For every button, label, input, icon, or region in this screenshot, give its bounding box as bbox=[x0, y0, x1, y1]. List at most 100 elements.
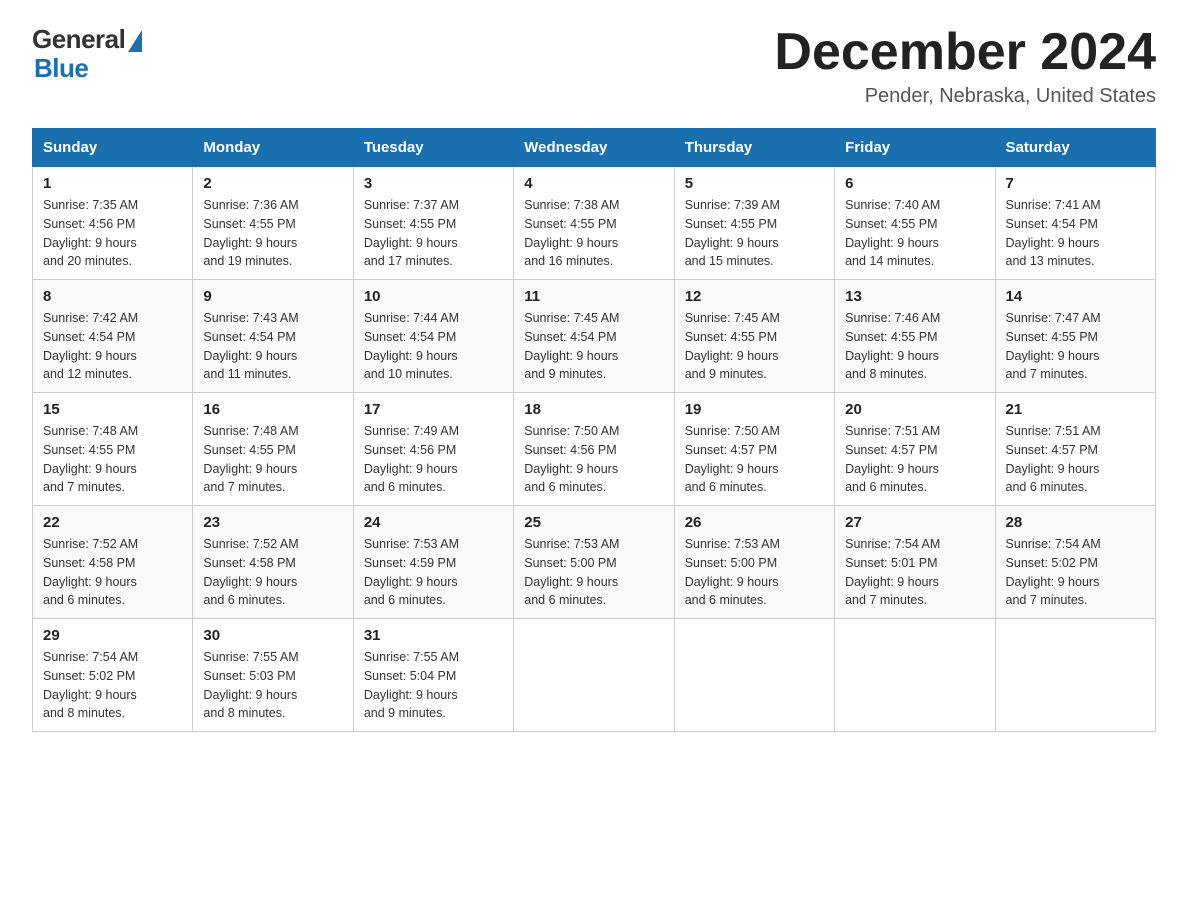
day-info: Sunrise: 7:49 AMSunset: 4:56 PMDaylight:… bbox=[364, 422, 503, 497]
calendar-cell: 13 Sunrise: 7:46 AMSunset: 4:55 PMDayligh… bbox=[835, 280, 995, 393]
day-number: 19 bbox=[685, 401, 824, 418]
weekday-header-row: SundayMondayTuesdayWednesdayThursdayFrid… bbox=[33, 129, 1156, 167]
calendar-cell bbox=[674, 619, 834, 732]
day-number: 26 bbox=[685, 514, 824, 531]
calendar-cell: 29Sunrise: 7:54 AMSunset: 5:02 PMDayligh… bbox=[33, 619, 193, 732]
calendar-cell: 16 Sunrise: 7:48 AMSunset: 4:55 PMDayligh… bbox=[193, 393, 353, 506]
calendar-cell: 19 Sunrise: 7:50 AMSunset: 4:57 PMDayligh… bbox=[674, 393, 834, 506]
day-info: Sunrise: 7:54 AMSunset: 5:02 PMDaylight:… bbox=[1006, 535, 1145, 610]
day-info: Sunrise: 7:54 AMSunset: 5:01 PMDaylight:… bbox=[845, 535, 984, 610]
calendar-cell: 12Sunrise: 7:45 AMSunset: 4:55 PMDayligh… bbox=[674, 280, 834, 393]
day-info: Sunrise: 7:53 AMSunset: 5:00 PMDaylight:… bbox=[524, 535, 663, 610]
day-number: 8 bbox=[43, 288, 182, 305]
weekday-header-friday: Friday bbox=[835, 129, 995, 167]
week-row-3: 15 Sunrise: 7:48 AMSunset: 4:55 PMDayligh… bbox=[33, 393, 1156, 506]
day-number: 4 bbox=[524, 175, 663, 192]
calendar-cell: 18 Sunrise: 7:50 AMSunset: 4:56 PMDayligh… bbox=[514, 393, 674, 506]
location: Pender, Nebraska, United States bbox=[774, 85, 1156, 108]
day-info: Sunrise: 7:53 AMSunset: 5:00 PMDaylight:… bbox=[685, 535, 824, 610]
week-row-1: 1Sunrise: 7:35 AMSunset: 4:56 PMDaylight… bbox=[33, 167, 1156, 280]
calendar-cell: 27 Sunrise: 7:54 AMSunset: 5:01 PMDayligh… bbox=[835, 506, 995, 619]
calendar-cell: 4Sunrise: 7:38 AMSunset: 4:55 PMDaylight… bbox=[514, 167, 674, 280]
day-number: 9 bbox=[203, 288, 342, 305]
weekday-header-sunday: Sunday bbox=[33, 129, 193, 167]
day-number: 21 bbox=[1006, 401, 1145, 418]
calendar-cell: 30 Sunrise: 7:55 AMSunset: 5:03 PMDayligh… bbox=[193, 619, 353, 732]
day-number: 30 bbox=[203, 627, 342, 644]
week-row-2: 8 Sunrise: 7:42 AMSunset: 4:54 PMDaylight… bbox=[33, 280, 1156, 393]
logo: General Blue bbox=[32, 24, 142, 84]
weekday-header-monday: Monday bbox=[193, 129, 353, 167]
calendar-cell: 22Sunrise: 7:52 AMSunset: 4:58 PMDayligh… bbox=[33, 506, 193, 619]
day-number: 29 bbox=[43, 627, 182, 644]
day-info: Sunrise: 7:45 AMSunset: 4:54 PMDaylight:… bbox=[524, 309, 663, 384]
day-number: 28 bbox=[1006, 514, 1145, 531]
week-row-5: 29Sunrise: 7:54 AMSunset: 5:02 PMDayligh… bbox=[33, 619, 1156, 732]
calendar-cell: 10 Sunrise: 7:44 AMSunset: 4:54 PMDayligh… bbox=[353, 280, 513, 393]
calendar-cell bbox=[995, 619, 1155, 732]
calendar-cell: 1Sunrise: 7:35 AMSunset: 4:56 PMDaylight… bbox=[33, 167, 193, 280]
weekday-header-thursday: Thursday bbox=[674, 129, 834, 167]
day-info: Sunrise: 7:52 AMSunset: 4:58 PMDaylight:… bbox=[203, 535, 342, 610]
calendar-cell: 31 Sunrise: 7:55 AMSunset: 5:04 PMDayligh… bbox=[353, 619, 513, 732]
calendar-cell: 23 Sunrise: 7:52 AMSunset: 4:58 PMDayligh… bbox=[193, 506, 353, 619]
week-row-4: 22 Sunrise: 7:52 AMSunset: 4:58 PMDayligh… bbox=[33, 506, 1156, 619]
weekday-header-wednesday: Wednesday bbox=[514, 129, 674, 167]
day-number: 20 bbox=[845, 401, 984, 418]
day-number: 18 bbox=[524, 401, 663, 418]
calendar-cell bbox=[514, 619, 674, 732]
day-number: 5 bbox=[685, 175, 824, 192]
weekday-header-tuesday: Tuesday bbox=[353, 129, 513, 167]
day-number: 24 bbox=[364, 514, 503, 531]
day-number: 2 bbox=[203, 175, 342, 192]
day-number: 12 bbox=[685, 288, 824, 305]
logo-general-text: General bbox=[32, 24, 125, 55]
day-number: 1 bbox=[43, 175, 182, 192]
day-number: 13 bbox=[845, 288, 984, 305]
day-info: Sunrise: 7:53 AMSunset: 4:59 PMDaylight:… bbox=[364, 535, 503, 610]
calendar-cell: 7Sunrise: 7:41 AMSunset: 4:54 PMDaylight… bbox=[995, 167, 1155, 280]
day-info: Sunrise: 7:39 AMSunset: 4:55 PMDaylight:… bbox=[685, 196, 824, 271]
day-number: 16 bbox=[203, 401, 342, 418]
day-number: 22 bbox=[43, 514, 182, 531]
calendar-cell: 6Sunrise: 7:40 AMSunset: 4:55 PMDaylight… bbox=[835, 167, 995, 280]
day-number: 17 bbox=[364, 401, 503, 418]
day-info: Sunrise: 7:40 AMSunset: 4:55 PMDaylight:… bbox=[845, 196, 984, 271]
calendar-cell: 21Sunrise: 7:51 AMSunset: 4:57 PMDayligh… bbox=[995, 393, 1155, 506]
day-info: Sunrise: 7:55 AMSunset: 5:04 PMDaylight:… bbox=[364, 648, 503, 723]
day-number: 10 bbox=[364, 288, 503, 305]
calendar-cell: 11 Sunrise: 7:45 AMSunset: 4:54 PMDayligh… bbox=[514, 280, 674, 393]
calendar-cell: 2 Sunrise: 7:36 AMSunset: 4:55 PMDaylight… bbox=[193, 167, 353, 280]
calendar-cell: 8 Sunrise: 7:42 AMSunset: 4:54 PMDaylight… bbox=[33, 280, 193, 393]
day-number: 14 bbox=[1006, 288, 1145, 305]
day-info: Sunrise: 7:50 AMSunset: 4:57 PMDaylight:… bbox=[685, 422, 824, 497]
weekday-header-saturday: Saturday bbox=[995, 129, 1155, 167]
day-info: Sunrise: 7:55 AMSunset: 5:03 PMDaylight:… bbox=[203, 648, 342, 723]
logo-blue-text: Blue bbox=[32, 53, 88, 84]
day-number: 27 bbox=[845, 514, 984, 531]
day-info: Sunrise: 7:50 AMSunset: 4:56 PMDaylight:… bbox=[524, 422, 663, 497]
calendar-cell: 15Sunrise: 7:48 AMSunset: 4:55 PMDayligh… bbox=[33, 393, 193, 506]
day-number: 11 bbox=[524, 288, 663, 305]
day-info: Sunrise: 7:46 AMSunset: 4:55 PMDaylight:… bbox=[845, 309, 984, 384]
calendar-cell: 9Sunrise: 7:43 AMSunset: 4:54 PMDaylight… bbox=[193, 280, 353, 393]
day-number: 31 bbox=[364, 627, 503, 644]
day-info: Sunrise: 7:48 AMSunset: 4:55 PMDaylight:… bbox=[203, 422, 342, 497]
day-number: 15 bbox=[43, 401, 182, 418]
page-header: General Blue December 2024 Pender, Nebra… bbox=[32, 24, 1156, 108]
day-number: 3 bbox=[364, 175, 503, 192]
calendar-cell: 28 Sunrise: 7:54 AMSunset: 5:02 PMDayligh… bbox=[995, 506, 1155, 619]
calendar-cell: 14 Sunrise: 7:47 AMSunset: 4:55 PMDayligh… bbox=[995, 280, 1155, 393]
logo-triangle-icon bbox=[128, 30, 142, 52]
calendar-cell: 17 Sunrise: 7:49 AMSunset: 4:56 PMDayligh… bbox=[353, 393, 513, 506]
calendar-cell: 5 Sunrise: 7:39 AMSunset: 4:55 PMDaylight… bbox=[674, 167, 834, 280]
day-info: Sunrise: 7:36 AMSunset: 4:55 PMDaylight:… bbox=[203, 196, 342, 271]
day-info: Sunrise: 7:47 AMSunset: 4:55 PMDaylight:… bbox=[1006, 309, 1145, 384]
day-number: 23 bbox=[203, 514, 342, 531]
day-info: Sunrise: 7:44 AMSunset: 4:54 PMDaylight:… bbox=[364, 309, 503, 384]
calendar-cell: 3Sunrise: 7:37 AMSunset: 4:55 PMDaylight… bbox=[353, 167, 513, 280]
day-info: Sunrise: 7:42 AMSunset: 4:54 PMDaylight:… bbox=[43, 309, 182, 384]
calendar-cell: 25Sunrise: 7:53 AMSunset: 5:00 PMDayligh… bbox=[514, 506, 674, 619]
day-info: Sunrise: 7:41 AMSunset: 4:54 PMDaylight:… bbox=[1006, 196, 1145, 271]
calendar-table: SundayMondayTuesdayWednesdayThursdayFrid… bbox=[32, 128, 1156, 732]
